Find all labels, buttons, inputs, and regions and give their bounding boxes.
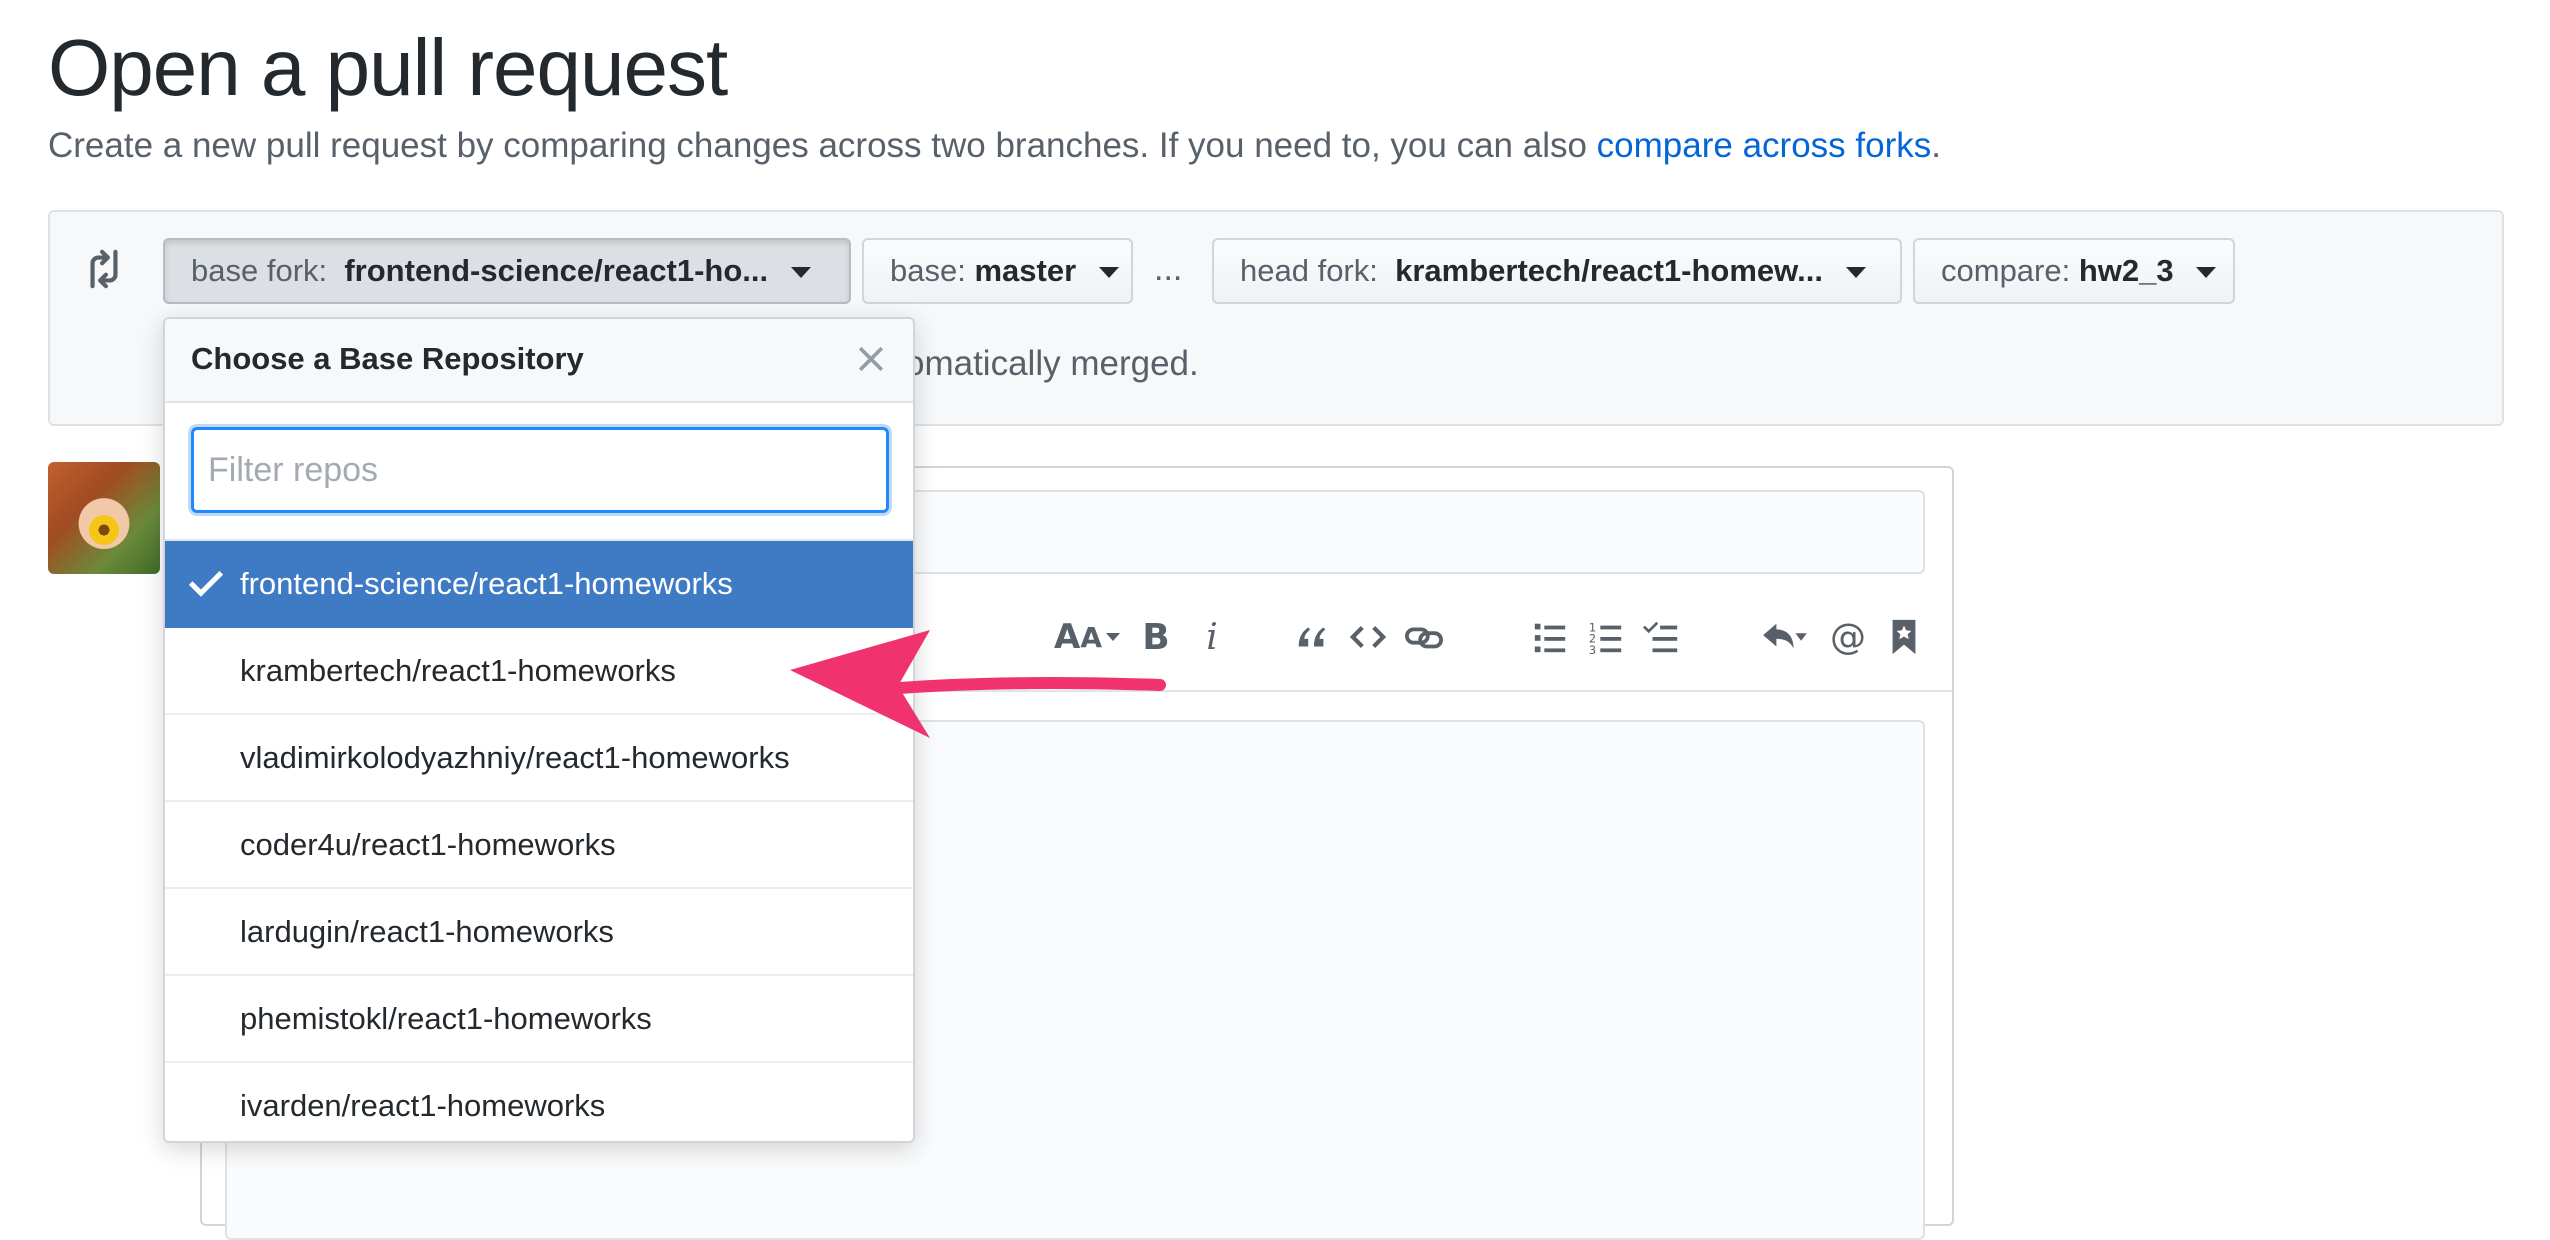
repo-item-label: lardugin/react1-homeworks — [240, 914, 614, 949]
markdown-toolbar-group-2 — [1290, 610, 1458, 664]
repo-item-label: frontend-science/react1-homeworks — [240, 566, 733, 601]
reply-icon[interactable] — [1754, 615, 1814, 659]
repo-item-label: vladimirkolodyazhniy/react1-homeworks — [240, 740, 790, 775]
base-fork-label: base fork: — [191, 253, 328, 288]
code-icon[interactable] — [1346, 615, 1390, 659]
compare-across-forks-link[interactable]: compare across forks — [1597, 126, 1932, 165]
close-icon[interactable] — [853, 341, 889, 377]
head-fork-label: head fork: — [1240, 253, 1378, 288]
svg-text:3: 3 — [1589, 643, 1596, 656]
chevron-down-icon — [1845, 267, 1866, 279]
repo-item-label: krambertech/react1-homeworks — [240, 653, 676, 688]
task-list-icon[interactable] — [1640, 615, 1684, 659]
repo-item-label: coder4u/react1-homeworks — [240, 827, 616, 862]
mention-icon[interactable]: @ — [1826, 615, 1870, 659]
repo-item[interactable]: ivarden/react1-homeworks — [165, 1063, 913, 1141]
unordered-list-icon[interactable] — [1528, 615, 1572, 659]
base-fork-button[interactable]: base fork: frontend-science/react1-ho... — [163, 238, 851, 304]
subtitle-period: . — [1931, 126, 1941, 165]
annotation-arrow-icon — [790, 630, 1166, 738]
bookmark-icon[interactable] — [1882, 615, 1926, 659]
subtitle-text: Create a new pull request by comparing c… — [48, 126, 1597, 165]
head-fork-button[interactable]: head fork: krambertech/react1-homew... — [1212, 238, 1902, 304]
dropdown-header: Choose a Base Repository — [165, 319, 913, 403]
repo-item[interactable]: lardugin/react1-homeworks — [165, 889, 913, 976]
base-branch-label: base: — [890, 253, 966, 288]
compare-branch-value: hw2_3 — [2078, 253, 2174, 288]
base-branch-value: master — [974, 253, 1077, 288]
dropdown-title: Choose a Base Repository — [191, 341, 584, 376]
compare-branch-button[interactable]: compare: hw2_3 — [1913, 238, 2235, 304]
markdown-toolbar-group-4: @ — [1754, 610, 1938, 664]
repo-item-label: phemistokl/react1-homeworks — [240, 1001, 652, 1036]
head-fork-value: krambertech/react1-homew... — [1395, 253, 1823, 288]
flower-image — [89, 515, 119, 545]
filter-repos-input[interactable] — [191, 427, 889, 513]
range-ellipsis: ... — [1154, 250, 1183, 288]
merge-status-text: omatically merged. — [905, 344, 1199, 383]
chevron-down-icon — [2196, 267, 2217, 279]
repo-item[interactable]: frontend-science/react1-homeworks — [165, 541, 913, 628]
markdown-toolbar-group-3: 123 — [1528, 610, 1696, 664]
check-icon — [189, 570, 223, 597]
page-title: Open a pull request — [48, 23, 728, 112]
avatar[interactable] — [48, 462, 160, 574]
compare-arrows-icon — [90, 249, 118, 289]
ordered-list-icon[interactable]: 123 — [1584, 615, 1628, 659]
base-fork-value: frontend-science/react1-ho... — [344, 253, 769, 288]
quote-icon[interactable] — [1290, 615, 1334, 659]
chevron-down-icon — [1098, 267, 1119, 279]
repo-item[interactable]: phemistokl/react1-homeworks — [165, 976, 913, 1063]
repo-item[interactable]: coder4u/react1-homeworks — [165, 802, 913, 889]
italic-icon[interactable]: i — [1190, 615, 1234, 659]
repo-item-label: ivarden/react1-homeworks — [240, 1088, 606, 1123]
compare-branch-label: compare: — [1941, 253, 2071, 288]
filter-section — [165, 403, 913, 541]
chevron-down-icon — [790, 267, 811, 279]
base-branch-button[interactable]: base: master — [862, 238, 1133, 304]
page-subtitle: Create a new pull request by comparing c… — [48, 122, 1941, 170]
link-icon[interactable] — [1402, 615, 1446, 659]
